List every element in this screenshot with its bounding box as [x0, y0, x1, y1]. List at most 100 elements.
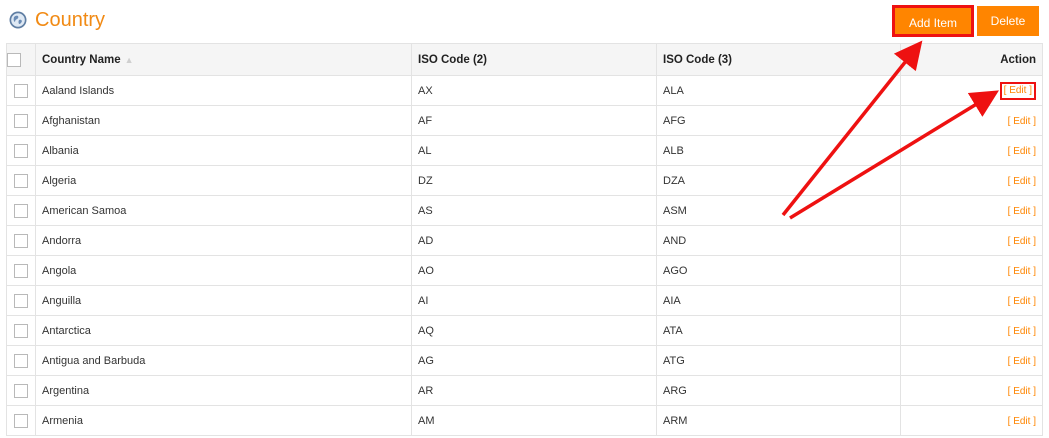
table-row: Antarctica AQ ATA [ Edit ] [6, 315, 1043, 346]
country-name-cell: Angola [35, 255, 412, 286]
table-row: Armenia AM ARM [ Edit ] [6, 405, 1043, 436]
country-name-cell: Andorra [35, 225, 412, 256]
iso2-cell: AX [411, 75, 657, 106]
action-cell: [ Edit ] [900, 255, 1043, 286]
page-header: Country Add Item Delete [0, 0, 1049, 42]
edit-link[interactable]: [ Edit ] [1008, 296, 1036, 307]
iso2-cell: AF [411, 105, 657, 136]
sort-asc-icon: ▲ [124, 54, 134, 65]
edit-link[interactable]: [ Edit ] [1008, 356, 1036, 367]
row-checkbox[interactable] [14, 263, 28, 278]
column-header-iso2[interactable]: ISO Code (2) [411, 43, 657, 76]
iso3-cell: ATG [656, 345, 901, 376]
edit-label: Edit [1013, 265, 1031, 277]
column-header-label: Country Name [42, 53, 121, 66]
country-name-cell: Antarctica [35, 315, 412, 346]
column-header-iso3[interactable]: ISO Code (3) [656, 43, 901, 76]
row-select-cell [6, 105, 36, 136]
row-checkbox[interactable] [14, 233, 28, 248]
country-name-cell: Antigua and Barbuda [35, 345, 412, 376]
row-checkbox[interactable] [14, 413, 28, 428]
edit-link[interactable]: [ Edit ] [999, 81, 1036, 100]
iso2-cell: AL [411, 135, 657, 166]
iso3-cell: DZA [656, 165, 901, 196]
edit-link[interactable]: [ Edit ] [1008, 146, 1036, 157]
add-item-button[interactable]: Add Item [893, 6, 973, 36]
table-header-row: Country Name ▲ ISO Code (2) ISO Code (3) … [6, 43, 1043, 76]
iso3-cell: ARG [656, 375, 901, 406]
edit-link[interactable]: [ Edit ] [1008, 206, 1036, 217]
row-select-cell [6, 315, 36, 346]
row-select-cell [6, 195, 36, 226]
country-name-cell: Argentina [35, 375, 412, 406]
globe-icon [9, 11, 27, 29]
iso2-cell: AG [411, 345, 657, 376]
country-name-cell: American Samoa [35, 195, 412, 226]
edit-label: Edit [1013, 205, 1031, 217]
action-cell: [ Edit ] [900, 105, 1043, 136]
action-cell: [ Edit ] [900, 225, 1043, 256]
page: Country Add Item Delete Country Name ▲ IS… [0, 0, 1049, 438]
table-row: American Samoa AS ASM [ Edit ] [6, 195, 1043, 226]
edit-link[interactable]: [ Edit ] [1008, 326, 1036, 337]
action-cell: [ Edit ] [900, 375, 1043, 406]
row-checkbox[interactable] [14, 113, 28, 128]
row-select-cell [6, 255, 36, 286]
action-cell: [ Edit ] [900, 195, 1043, 226]
iso3-cell: AFG [656, 105, 901, 136]
delete-button[interactable]: Delete [977, 6, 1039, 36]
country-name-cell: Algeria [35, 165, 412, 196]
country-name-cell: Albania [35, 135, 412, 166]
table-row: Antigua and Barbuda AG ATG [ Edit ] [6, 345, 1043, 376]
edit-link[interactable]: [ Edit ] [1008, 266, 1036, 277]
action-cell: [ Edit ] [900, 165, 1043, 196]
country-name-cell: Aaland Islands [35, 75, 412, 106]
country-name-cell: Afghanistan [35, 105, 412, 136]
row-checkbox[interactable] [14, 173, 28, 188]
iso2-cell: AM [411, 405, 657, 436]
row-checkbox[interactable] [14, 143, 28, 158]
row-select-cell [6, 135, 36, 166]
edit-label: Edit [1009, 84, 1027, 96]
iso3-cell: ALA [656, 75, 901, 106]
edit-label: Edit [1013, 175, 1031, 187]
edit-link[interactable]: [ Edit ] [1008, 386, 1036, 397]
row-select-cell [6, 345, 36, 376]
edit-label: Edit [1013, 145, 1031, 157]
edit-link[interactable]: [ Edit ] [1008, 116, 1036, 127]
select-all-cell [6, 43, 36, 76]
page-title: Country [35, 9, 106, 31]
action-cell: [ Edit ] [900, 345, 1043, 376]
country-table: Country Name ▲ ISO Code (2) ISO Code (3) … [6, 43, 1043, 436]
edit-link[interactable]: [ Edit ] [1008, 236, 1036, 247]
edit-label: Edit [1013, 115, 1031, 127]
row-checkbox[interactable] [14, 203, 28, 218]
iso3-cell: AIA [656, 285, 901, 316]
iso2-cell: AO [411, 255, 657, 286]
table-row: Aaland Islands AX ALA [ Edit ] [6, 75, 1043, 106]
row-select-cell [6, 375, 36, 406]
row-checkbox[interactable] [14, 83, 28, 98]
edit-link[interactable]: [ Edit ] [1008, 416, 1036, 427]
iso3-cell: AGO [656, 255, 901, 286]
table-row: Argentina AR ARG [ Edit ] [6, 375, 1043, 406]
select-all-checkbox[interactable] [7, 52, 21, 67]
country-name-cell: Anguilla [35, 285, 412, 316]
row-checkbox[interactable] [14, 293, 28, 308]
iso2-cell: AI [411, 285, 657, 316]
iso2-cell: AD [411, 225, 657, 256]
action-cell: [ Edit ] [900, 405, 1043, 436]
table-row: Algeria DZ DZA [ Edit ] [6, 165, 1043, 196]
row-select-cell [6, 285, 36, 316]
row-checkbox[interactable] [14, 323, 28, 338]
column-header-action: Action [900, 43, 1043, 76]
table-row: Afghanistan AF AFG [ Edit ] [6, 105, 1043, 136]
row-checkbox[interactable] [14, 353, 28, 368]
iso3-cell: ATA [656, 315, 901, 346]
edit-link[interactable]: [ Edit ] [1008, 176, 1036, 187]
iso3-cell: ASM [656, 195, 901, 226]
row-select-cell [6, 405, 36, 436]
row-checkbox[interactable] [14, 383, 28, 398]
column-header-country-name[interactable]: Country Name ▲ [35, 43, 412, 76]
action-cell: [ Edit ] [900, 315, 1043, 346]
